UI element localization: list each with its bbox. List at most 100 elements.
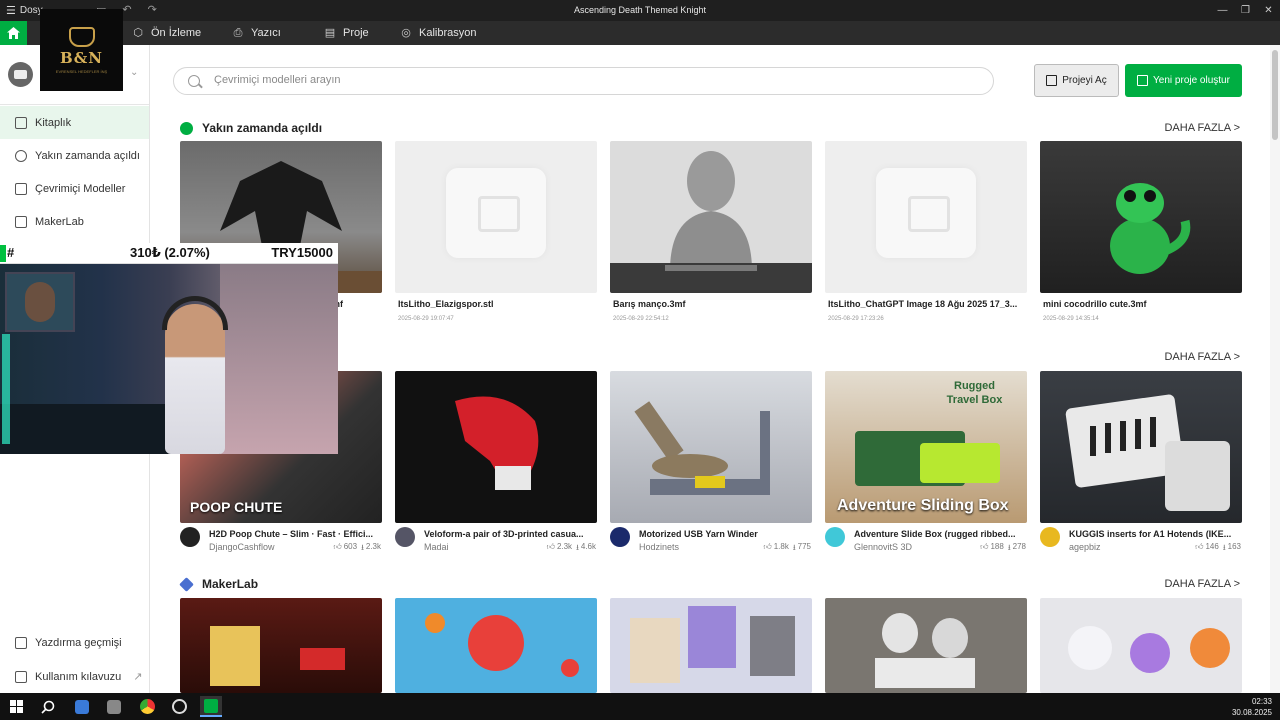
sidebar-item-print-history[interactable]: Yazdırma geçmişi — [0, 626, 149, 659]
taskbar-app-2[interactable] — [103, 696, 125, 717]
model-likes: 2.3k — [556, 542, 573, 551]
search-taskbar-button[interactable] — [37, 696, 59, 717]
makerlab-icon — [179, 576, 194, 592]
model-info: DjangoCashflow 👍︎ 603 ⭳ 2.3k — [209, 542, 381, 556]
thumbnail-caption: Adventure Sliding Box — [837, 497, 1009, 514]
online-more-link[interactable]: DAHA FAZLA > — [1164, 351, 1240, 363]
tab-preview[interactable]: ⬡ Ön İzleme — [132, 21, 201, 45]
image-placeholder-icon — [446, 168, 546, 258]
cute-figures-icon — [1068, 626, 1230, 673]
model-thumbnail — [395, 598, 597, 693]
taskbar-clock[interactable]: 02:33 30.08.2025 — [1232, 696, 1272, 718]
makerlab-more-link[interactable]: DAHA FAZLA > — [1164, 578, 1240, 590]
close-button[interactable]: ✕ — [1257, 0, 1280, 21]
scrollbar-thumb[interactable] — [1272, 50, 1278, 140]
app-icon — [171, 699, 187, 714]
taskbar-app-4[interactable] — [168, 696, 190, 717]
sidebar-item-label: MakerLab — [35, 215, 84, 228]
clock-icon — [15, 149, 27, 162]
sidebar-item-library[interactable]: Kitaplık — [0, 106, 149, 139]
taskbar-app-1[interactable] — [71, 696, 93, 717]
makerlab-card[interactable] — [180, 598, 382, 693]
makerlab-icon — [15, 215, 27, 228]
model-thumbnail: Rugged Travel Box Adventure Sliding Box — [825, 371, 1027, 523]
model-name: Motorized USB Yarn Winder — [639, 529, 758, 539]
makerlab-card[interactable] — [610, 598, 812, 693]
model-thumbnail — [610, 598, 812, 693]
tab-printer[interactable]: ⎙ Yazıcı — [232, 21, 281, 45]
avatar[interactable] — [8, 62, 33, 87]
thumbnail-badge: Rugged Travel Box — [946, 380, 1003, 406]
makerlab-card[interactable] — [825, 598, 1027, 693]
search-icon — [188, 75, 200, 87]
online-model-card[interactable]: Veloform-a pair of 3D-printed casua... M… — [395, 371, 597, 552]
download-icon: ⭳ — [1007, 543, 1011, 552]
like-icon: 👍︎ — [763, 542, 772, 551]
model-thumbnail — [180, 598, 382, 693]
tab-preview-label: Ön İzleme — [151, 27, 202, 39]
placeholder-thumbnail — [395, 141, 597, 293]
logo-text: B&N — [60, 48, 103, 67]
thumbnail-caption: POOP CHUTE — [190, 499, 283, 515]
model-name: Barış manço.3mf — [613, 299, 686, 309]
recent-card[interactable]: mini cocodrillo cute.3mf 2025-08-29 14:3… — [1040, 141, 1242, 322]
user-icon — [14, 70, 27, 79]
model-thumbnail — [825, 598, 1027, 693]
chevron-down-icon[interactable]: ⌄ — [130, 67, 138, 78]
vertical-scrollbar[interactable] — [1270, 45, 1280, 693]
chrome-icon — [139, 699, 155, 714]
calibration-icon: ◎ — [401, 27, 411, 39]
model-author: Hodzinets — [639, 542, 680, 552]
search-bar[interactable] — [173, 67, 994, 95]
recent-card[interactable]: Barış manço.3mf 2025-08-29 22:54:12 — [610, 141, 812, 322]
sidebar-item-recent[interactable]: Yakın zamanda açıldı — [0, 139, 149, 172]
maximize-button[interactable]: ❐ — [1234, 0, 1257, 21]
new-project-button[interactable]: Yeni proje oluştur — [1125, 64, 1242, 97]
image-placeholder-icon — [876, 168, 976, 258]
new-project-label: Yeni proje oluştur — [1153, 75, 1230, 86]
online-model-card[interactable]: Rugged Travel Box Adventure Sliding Box … — [825, 371, 1027, 552]
clock-date: 30.08.2025 — [1231, 708, 1272, 717]
model-likes: 146 — [1205, 542, 1219, 551]
start-button[interactable] — [5, 696, 27, 717]
sidebar-divider — [0, 104, 149, 105]
model-author: Madai — [424, 542, 449, 552]
model-author: DjangoCashflow — [209, 542, 275, 552]
open-project-button[interactable]: Projeyi Aç — [1034, 64, 1119, 97]
sidebar-item-user-manual[interactable]: Kullanım kılavuzu ↗ — [0, 660, 149, 693]
tab-calibration[interactable]: ◎ Kalibrasyon — [400, 21, 476, 45]
tab-printer-label: Yazıcı — [251, 27, 281, 39]
logo-subtitle: EVRENSEL HEDEFLER İNŞ — [55, 68, 108, 74]
sidebar-item-label: Kullanım kılavuzu — [35, 670, 122, 683]
recent-card[interactable]: ItsLitho_ChatGPT Image 18 Ağu 2025 17_3.… — [825, 141, 1027, 322]
makerlab-card[interactable] — [1040, 598, 1242, 693]
sidebar-item-label: Yakın zamanda açıldı — [35, 149, 140, 162]
model-likes: 603 — [343, 542, 358, 551]
insert-tray-icon — [1065, 394, 1230, 511]
title-bar: ☰ Dosy ▭ ↶ ↷ Ascending Death Themed Knig… — [0, 0, 1280, 21]
taskbar-chrome[interactable] — [136, 696, 158, 717]
taskbar-bambu-studio[interactable] — [200, 696, 222, 717]
model-name: ItsLitho_ChatGPT Image 18 Ağu 2025 17_3.… — [828, 299, 1018, 309]
online-model-card[interactable]: Motorized USB Yarn Winder Hodzinets 👍︎ 1.… — [610, 371, 812, 552]
model-name: H2D Poop Chute – Slim · Fast · Effici... — [209, 529, 374, 539]
printer-icon: ⎙ — [233, 27, 243, 39]
recent-more-link[interactable]: DAHA FAZLA > — [1164, 122, 1240, 134]
sidebar-item-makerlab[interactable]: MakerLab — [0, 205, 149, 238]
home-button[interactable] — [0, 21, 27, 45]
app-icon — [107, 699, 121, 714]
tab-project[interactable]: ▤ Proje — [324, 21, 369, 45]
search-input[interactable] — [214, 74, 914, 86]
model-likes: 188 — [990, 542, 1004, 551]
bust-figure-icon — [610, 151, 812, 293]
online-model-card[interactable]: KUGGIS inserts for A1 Hotends (IKE... ag… — [1040, 371, 1242, 552]
model-downloads: 278 — [1012, 542, 1026, 551]
model-downloads: 163 — [1227, 542, 1241, 551]
minimize-button[interactable]: — — [1211, 0, 1234, 21]
makerlab-card[interactable] — [395, 598, 597, 693]
model-thumbnail — [1040, 141, 1242, 293]
recent-card[interactable]: ItsLitho_Elazigspor.stl 2025-08-29 19:07… — [395, 141, 597, 322]
models-icon — [15, 182, 27, 195]
sidebar-item-online-models[interactable]: Çevrimiçi Modeller — [0, 172, 149, 205]
ticker-accent — [0, 245, 6, 262]
